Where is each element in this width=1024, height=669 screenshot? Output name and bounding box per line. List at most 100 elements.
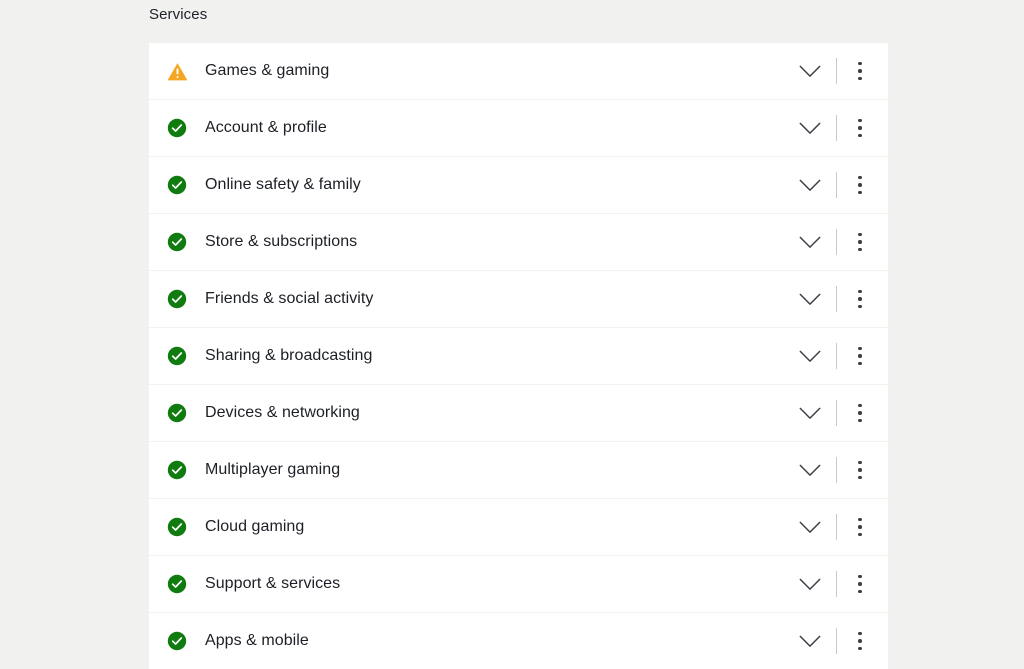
page-title: Services xyxy=(149,6,208,23)
service-label: Online safety & family xyxy=(205,176,361,193)
row-actions xyxy=(790,507,874,547)
more-vertical-icon xyxy=(858,631,862,651)
row-actions xyxy=(790,222,874,262)
service-row[interactable]: Apps & mobile xyxy=(149,613,888,669)
expand-button[interactable] xyxy=(790,165,830,205)
action-divider xyxy=(836,571,837,597)
expand-button[interactable] xyxy=(790,279,830,319)
service-label: Support & services xyxy=(205,575,341,592)
more-vertical-icon xyxy=(858,289,862,309)
more-options-button[interactable] xyxy=(846,165,874,205)
expand-button[interactable] xyxy=(790,51,830,91)
row-actions xyxy=(790,450,874,490)
more-options-button[interactable] xyxy=(846,279,874,319)
chevron-down-icon xyxy=(799,179,821,192)
service-row[interactable]: Store & subscriptions xyxy=(149,214,888,270)
action-divider xyxy=(836,343,837,369)
service-row[interactable]: Devices & networking xyxy=(149,385,888,441)
action-divider xyxy=(836,400,837,426)
action-divider xyxy=(836,286,837,312)
more-vertical-icon xyxy=(858,118,862,138)
action-divider xyxy=(836,628,837,654)
service-row[interactable]: Sharing & broadcasting xyxy=(149,328,888,384)
action-divider xyxy=(836,457,837,483)
warning-triangle-icon xyxy=(166,60,188,82)
service-row[interactable]: Friends & social activity xyxy=(149,271,888,327)
check-circle-icon xyxy=(166,117,188,139)
more-vertical-icon xyxy=(858,460,862,480)
chevron-down-icon xyxy=(799,293,821,306)
more-vertical-icon xyxy=(858,403,862,423)
expand-button[interactable] xyxy=(790,222,830,262)
service-row[interactable]: Games & gaming xyxy=(149,43,888,99)
more-vertical-icon xyxy=(858,61,862,81)
check-circle-icon xyxy=(166,345,188,367)
expand-button[interactable] xyxy=(790,564,830,604)
row-actions xyxy=(790,165,874,205)
chevron-down-icon xyxy=(799,350,821,363)
service-row[interactable]: Cloud gaming xyxy=(149,499,888,555)
service-label: Store & subscriptions xyxy=(205,233,358,250)
chevron-down-icon xyxy=(799,635,821,648)
service-label: Account & profile xyxy=(205,119,327,136)
row-actions xyxy=(790,564,874,604)
service-row[interactable]: Support & services xyxy=(149,556,888,612)
more-vertical-icon xyxy=(858,574,862,594)
expand-button[interactable] xyxy=(790,336,830,376)
expand-button[interactable] xyxy=(790,507,830,547)
more-options-button[interactable] xyxy=(846,222,874,262)
check-circle-icon xyxy=(166,231,188,253)
expand-button[interactable] xyxy=(790,450,830,490)
check-circle-icon xyxy=(166,174,188,196)
more-options-button[interactable] xyxy=(846,450,874,490)
expand-button[interactable] xyxy=(790,393,830,433)
more-vertical-icon xyxy=(858,346,862,366)
check-circle-icon xyxy=(166,459,188,481)
service-label: Games & gaming xyxy=(205,62,330,79)
service-label: Multiplayer gaming xyxy=(205,461,341,478)
service-label: Cloud gaming xyxy=(205,518,305,535)
row-actions xyxy=(790,279,874,319)
chevron-down-icon xyxy=(799,521,821,534)
service-row[interactable]: Account & profile xyxy=(149,100,888,156)
service-label: Sharing & broadcasting xyxy=(205,347,373,364)
more-options-button[interactable] xyxy=(846,393,874,433)
more-vertical-icon xyxy=(858,175,862,195)
action-divider xyxy=(836,514,837,540)
chevron-down-icon xyxy=(799,578,821,591)
service-row[interactable]: Online safety & family xyxy=(149,157,888,213)
check-circle-icon xyxy=(166,630,188,652)
more-vertical-icon xyxy=(858,517,862,537)
more-vertical-icon xyxy=(858,232,862,252)
row-actions xyxy=(790,108,874,148)
row-actions xyxy=(790,51,874,91)
service-label: Apps & mobile xyxy=(205,632,309,649)
action-divider xyxy=(836,115,837,141)
service-label: Devices & networking xyxy=(205,404,360,421)
chevron-down-icon xyxy=(799,407,821,420)
chevron-down-icon xyxy=(799,236,821,249)
more-options-button[interactable] xyxy=(846,621,874,661)
more-options-button[interactable] xyxy=(846,507,874,547)
check-circle-icon xyxy=(166,573,188,595)
service-label: Friends & social activity xyxy=(205,290,374,307)
check-circle-icon xyxy=(166,516,188,538)
check-circle-icon xyxy=(166,288,188,310)
action-divider xyxy=(836,229,837,255)
row-actions xyxy=(790,393,874,433)
action-divider xyxy=(836,58,837,84)
more-options-button[interactable] xyxy=(846,564,874,604)
check-circle-icon xyxy=(166,402,188,424)
chevron-down-icon xyxy=(799,122,821,135)
more-options-button[interactable] xyxy=(846,108,874,148)
row-actions xyxy=(790,336,874,376)
expand-button[interactable] xyxy=(790,108,830,148)
chevron-down-icon xyxy=(799,65,821,78)
service-row[interactable]: Multiplayer gaming xyxy=(149,442,888,498)
expand-button[interactable] xyxy=(790,621,830,661)
more-options-button[interactable] xyxy=(846,51,874,91)
services-status-page: Services Games & gaming Account & profile… xyxy=(0,0,1024,669)
chevron-down-icon xyxy=(799,464,821,477)
more-options-button[interactable] xyxy=(846,336,874,376)
action-divider xyxy=(836,172,837,198)
